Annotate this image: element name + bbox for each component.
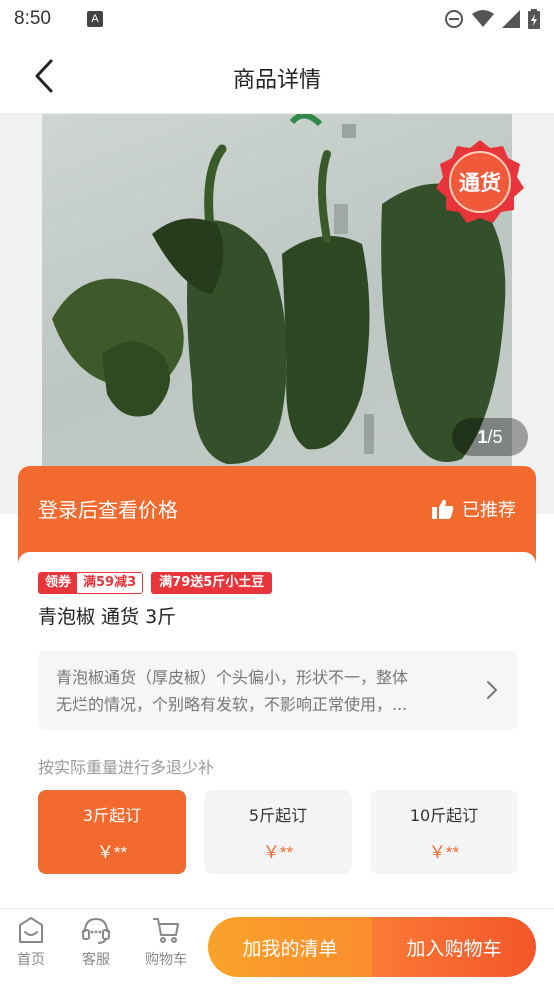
nav-service[interactable]: 客服 <box>80 915 112 969</box>
coupon-value: 满59减3 <box>77 573 143 593</box>
battery-icon <box>528 9 540 29</box>
coupon-label: 领券 <box>39 573 78 593</box>
pager-total: /5 <box>487 426 503 447</box>
login-to-view-price[interactable]: 登录后查看价格 <box>38 494 178 523</box>
spec-name: 3斤起订 <box>82 805 142 825</box>
product-gallery[interactable]: 通货 1/5 <box>0 114 554 514</box>
badge-text: 通货 <box>459 171 501 195</box>
coupon-tag[interactable]: 领券 满59减3 <box>38 572 144 594</box>
header: 商品详情 <box>0 38 554 114</box>
spec-option-3jin[interactable]: 3斤起订 ￥** <box>38 790 186 874</box>
spec-option-10jin[interactable]: 10斤起订 ￥** <box>370 790 518 874</box>
description-line-1: 青泡椒通货（厚皮椒）个头偏小，形状不一，整体 <box>56 668 409 687</box>
nav-cart-label: 购物车 <box>145 952 187 968</box>
nav-cart[interactable]: 购物车 <box>145 915 187 969</box>
gallery-pager: 1/5 <box>452 418 528 456</box>
nav-home[interactable]: 首页 <box>16 915 46 969</box>
add-to-cart-button[interactable]: 加入购物车 <box>372 917 536 977</box>
chevron-right-icon <box>487 681 497 699</box>
nav-service-label: 客服 <box>82 952 110 968</box>
status-icons <box>444 9 540 29</box>
product-card: 领券 满59减3 满79送5斤小土豆 青泡椒 通货 3斤 青泡椒通货（厚皮椒）个… <box>18 552 536 894</box>
page-title: 商品详情 <box>232 68 321 93</box>
wifi-icon <box>472 10 494 27</box>
tonghuo-badge: 通货 <box>436 140 524 223</box>
cart-icon <box>153 918 179 943</box>
recommend-label: 已推荐 <box>462 500 516 521</box>
description-line-2: 无烂的情况，个别略有发软，不影响正常使用，... <box>56 695 408 714</box>
recommend-button[interactable]: 已推荐 <box>432 496 516 522</box>
nav-home-label: 首页 <box>17 952 45 968</box>
home-icon <box>19 917 43 943</box>
status-time: 8:50 <box>14 8 51 29</box>
notification-icon: A <box>86 11 103 27</box>
spec-price: ￥** <box>428 842 460 862</box>
price-bar: 登录后查看价格 已推荐 <box>18 466 536 566</box>
product-name: 青泡椒 通货 3斤 <box>38 606 177 628</box>
status-bar: 8:50 A <box>0 0 554 38</box>
thumbs-up-icon <box>432 499 454 519</box>
bottom-bar: 首页 客服 购物车 加我的清单 加入购物车 <box>0 908 554 984</box>
promo-badge: 满79送5斤小土豆 <box>151 572 273 594</box>
headset-icon <box>82 917 110 944</box>
signal-icon <box>502 10 520 28</box>
promo-tags: 领券 满59减3 满79送5斤小土豆 <box>38 572 273 594</box>
spec-name: 10斤起订 <box>409 805 479 825</box>
do-not-disturb-icon <box>445 10 463 28</box>
spec-price: ￥** <box>96 842 128 862</box>
spec-option-5jin[interactable]: 5斤起订 ￥** <box>204 790 352 874</box>
product-description[interactable]: 青泡椒通货（厚皮椒）个头偏小，形状不一，整体 无烂的情况，个别略有发软，不影响正… <box>38 650 518 730</box>
spec-name: 5斤起订 <box>248 805 308 825</box>
add-to-list-button[interactable]: 加我的清单 <box>208 917 372 977</box>
pager-current: 1 <box>477 426 488 447</box>
spec-options: 3斤起订 ￥** 5斤起订 ￥** 10斤起订 ￥** <box>38 790 518 874</box>
spec-price: ￥** <box>262 842 294 862</box>
weight-note: 按实际重量进行多退少补 <box>38 758 215 777</box>
